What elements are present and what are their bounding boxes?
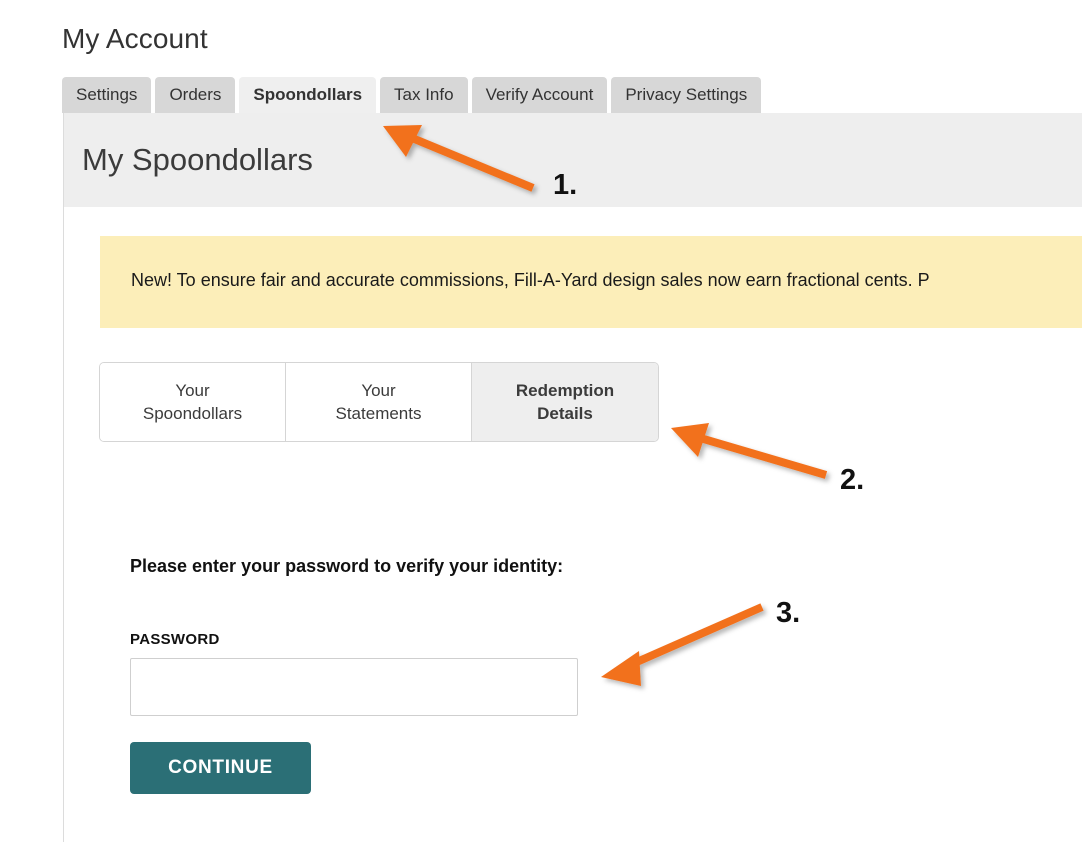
account-tab-strip: Settings Orders Spoondollars Tax Info Ve… [62,77,762,113]
password-prompt: Please enter your password to verify you… [130,556,564,576]
notice-banner: New! To ensure fair and accurate commiss… [100,236,1082,328]
password-input[interactable] [130,658,578,716]
content-column: My Spoondollars New! To ensure fair and … [63,113,1082,842]
subtab-label-line1: Your [175,381,210,400]
subtab-label: Redemption Details [516,379,614,425]
subtab-redemption-details[interactable]: Redemption Details [472,363,658,441]
section-heading: My Spoondollars [82,142,313,177]
account-tab-settings[interactable]: Settings [62,77,152,113]
subtab-label: Your Statements [336,379,422,425]
subtab-label-line1: Your [361,381,396,400]
page-title: My Account [62,23,208,54]
subtab-label-line1: Redemption [515,381,615,400]
subtab-label: Your Spoondollars [143,379,242,425]
spoondollars-subtab-group: Your Spoondollars Your Statements Redempti… [99,362,659,442]
account-tab-orders[interactable]: Orders [155,77,236,113]
account-tab-verify-account[interactable]: Verify Account [471,77,608,113]
account-tab-spoondollars[interactable]: Spoondollars [239,77,377,113]
section-header: My Spoondollars [64,113,1082,207]
subtab-your-spoondollars[interactable]: Your Spoondollars [100,363,286,441]
subtab-label-line2: Details [537,404,593,423]
continue-button[interactable]: CONTINUE [130,742,311,794]
account-page: My Account Settings Orders Spoondollars … [0,0,1082,842]
subtab-label-line2: Statements [335,404,422,423]
notice-banner-text: New! To ensure fair and accurate commiss… [131,270,930,290]
account-tab-privacy-settings[interactable]: Privacy Settings [611,77,762,113]
subtab-label-line2: Spoondollars [142,404,243,423]
password-field-label: PASSWORD [130,631,220,648]
subtab-your-statements[interactable]: Your Statements [286,363,472,441]
account-tab-tax-info[interactable]: Tax Info [380,77,468,113]
